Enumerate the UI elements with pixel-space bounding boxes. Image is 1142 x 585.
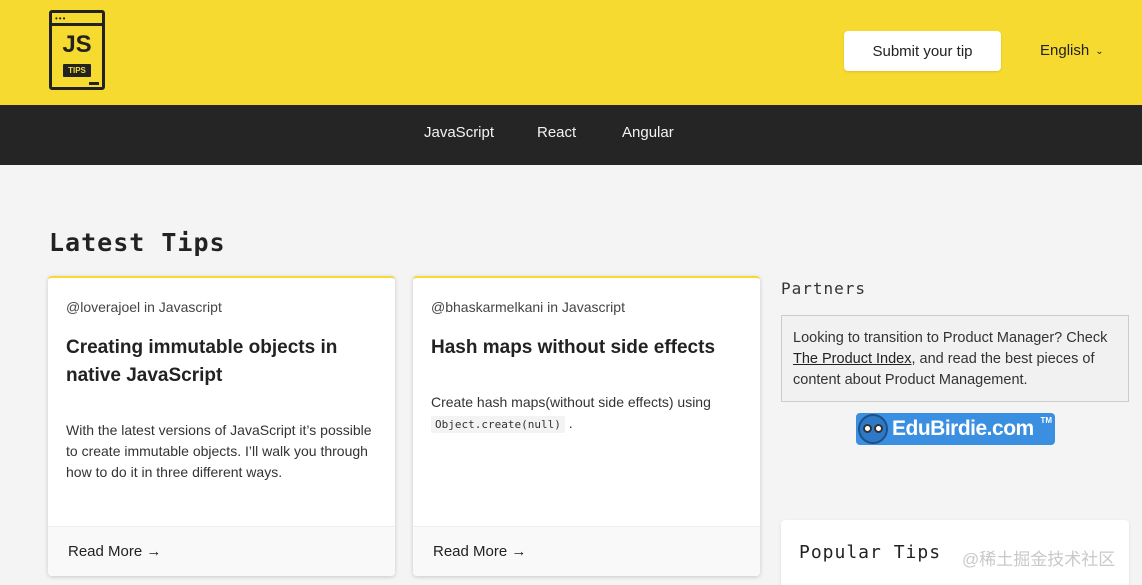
latest-tips-heading: Latest Tips [49,228,226,257]
tip-excerpt-text: Create hash maps(without side effects) u… [431,394,711,410]
tip-excerpt: Create hash maps(without side effects) u… [431,392,746,435]
tip-author-meta[interactable]: @loverajoel in Javascript [66,299,222,315]
read-more-link[interactable]: Read More → [433,543,526,560]
tip-card: @loverajoel in Javascript Creating immut… [48,276,395,576]
language-selector[interactable]: English ⌄ [1040,42,1104,59]
owl-icon [858,414,888,444]
popular-tips-heading: Popular Tips [799,542,942,563]
tip-card-footer: Read More → [48,526,395,576]
tip-excerpt: With the latest versions of JavaScript i… [66,422,372,480]
submit-tip-button[interactable]: Submit your tip [844,31,1001,71]
site-header: ••• JS TIPS Submit your tip English ⌄ [0,0,1142,105]
watermark-text: @稀土掘金技术社区 [962,550,1116,569]
logo-foot [89,82,99,85]
partner-text: Looking to transition to Product Manager… [793,330,1108,346]
partner-promo: Looking to transition to Product Manager… [781,315,1129,402]
tip-card: @bhaskarmelkani in Javascript Hash maps … [413,276,760,576]
language-label: English [1040,42,1090,59]
chevron-down-icon: ⌄ [1095,46,1104,57]
tip-title[interactable]: Hash maps without side effects [431,334,731,362]
nav-item-javascript[interactable]: JavaScript [424,124,494,141]
tip-excerpt-code: Object.create(null) [431,416,565,433]
product-index-link[interactable]: The Product Index [793,351,912,367]
tip-title[interactable]: Creating immutable objects in native Jav… [66,334,366,390]
tip-author-meta[interactable]: @bhaskarmelkani in Javascript [431,299,625,315]
edubirdie-logo-text: EduBirdie.com [892,417,1034,440]
logo-js-text: JS [62,31,92,58]
logo-bar [52,23,102,26]
partners-heading: Partners [781,279,867,298]
edubirdie-logo[interactable]: EduBirdie.com TM [856,413,1055,445]
jstips-logo[interactable]: ••• JS TIPS [49,10,105,90]
window-dots-icon: ••• [55,14,67,23]
logo-tips-badge: TIPS [63,64,91,77]
tip-excerpt-suffix: . [568,415,573,431]
main-nav: JavaScript React Angular [0,105,1142,165]
tip-card-footer: Read More → [413,526,760,576]
nav-item-angular[interactable]: Angular [622,124,674,141]
trademark-mark: TM [1040,416,1052,425]
nav-item-react[interactable]: React [537,124,576,141]
read-more-link[interactable]: Read More → [68,543,161,560]
